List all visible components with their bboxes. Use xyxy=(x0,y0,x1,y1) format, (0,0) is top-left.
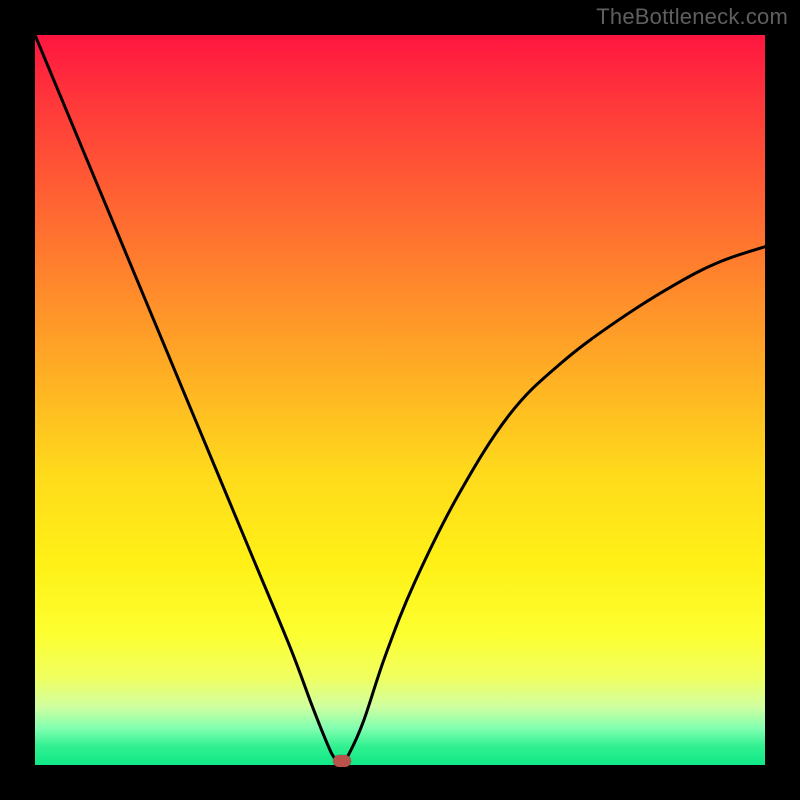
minimum-marker xyxy=(333,755,351,767)
curve-svg xyxy=(35,35,765,765)
bottleneck-curve-path xyxy=(35,35,765,763)
chart-frame: TheBottleneck.com xyxy=(0,0,800,800)
watermark-text: TheBottleneck.com xyxy=(596,4,788,30)
plot-area xyxy=(35,35,765,765)
